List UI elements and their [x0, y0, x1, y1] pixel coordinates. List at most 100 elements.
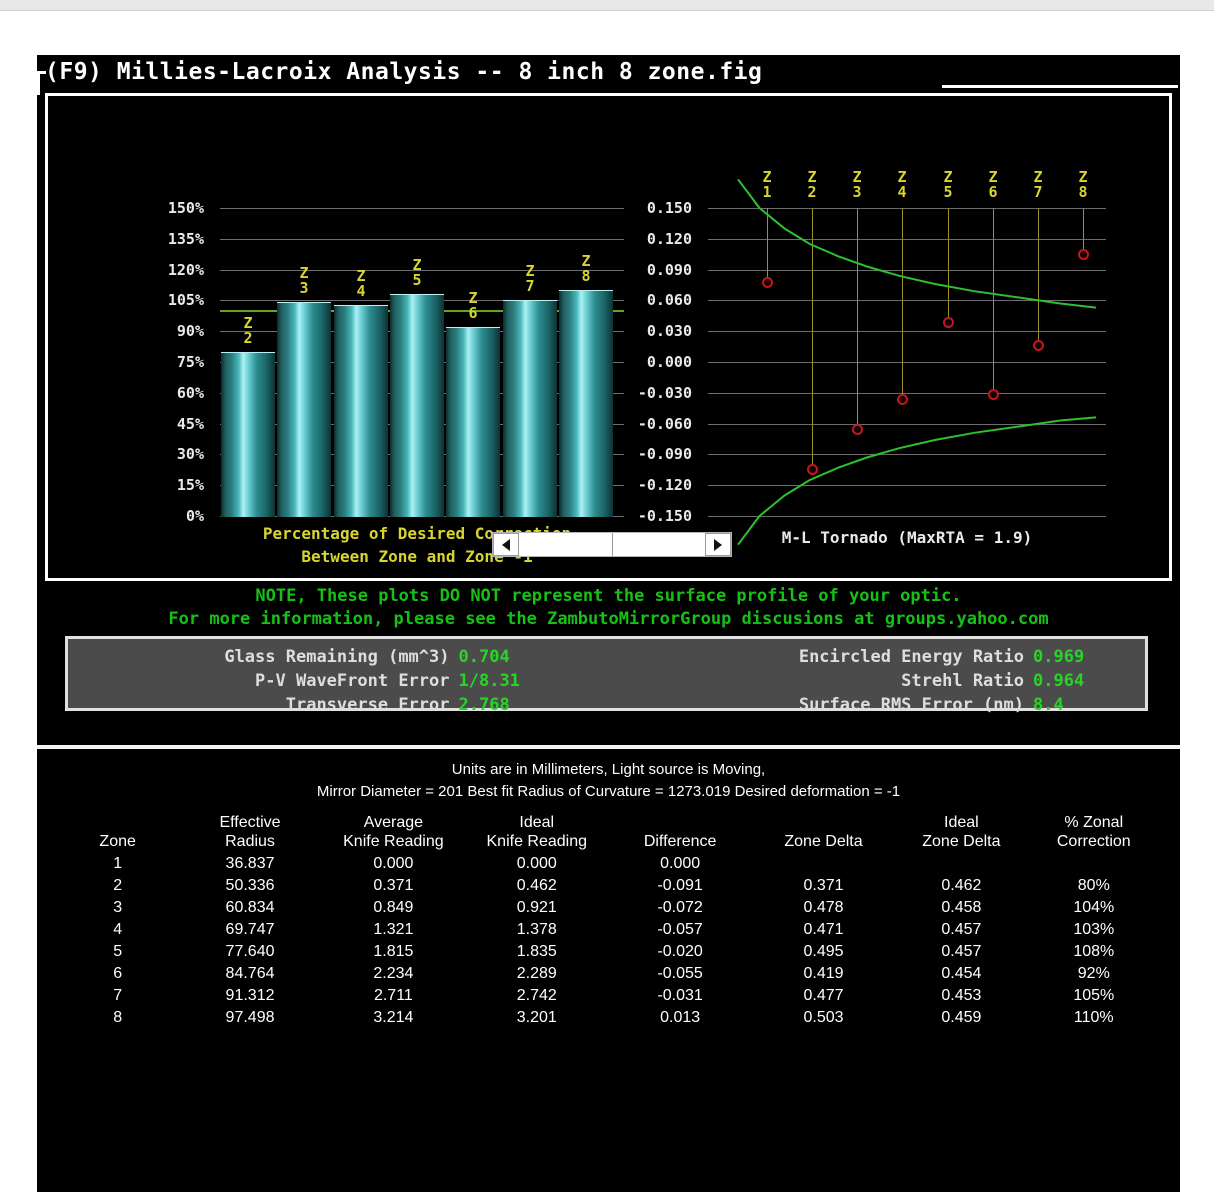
table-cell: 0.503: [803, 1009, 844, 1026]
table-header-top: Ideal: [944, 814, 979, 831]
bar-label-Z5: Z5: [412, 256, 422, 289]
tornado-label-Z5: Z5: [943, 168, 953, 201]
table-cell: 108%: [1073, 943, 1115, 960]
table-cell: 92%: [1077, 965, 1110, 982]
table-cell: 2.711: [373, 987, 413, 1004]
table-header-bottom: Radius: [225, 833, 275, 850]
triangle-right-icon: [714, 538, 722, 551]
table-cell: 0.457: [941, 921, 982, 938]
tornado-y-tick-label: 0.060: [646, 291, 692, 310]
scrollbar-track[interactable]: [519, 533, 705, 556]
metric-label: Transverse Error: [285, 695, 450, 715]
tornado-stem-Z7: [1038, 208, 1039, 345]
bar-y-tick-label: 15%: [176, 476, 204, 495]
tornado-y-tick-label: 0.150: [646, 199, 692, 217]
tornado-stem-Z3: [857, 208, 858, 429]
table-cell: 6: [113, 965, 123, 982]
tornado-stem-Z4: [902, 208, 903, 399]
tornado-marker-Z7: [1033, 340, 1044, 351]
bar-label-Z7: Z7: [525, 262, 535, 295]
tornado-label-Z1: Z1: [762, 168, 772, 201]
tornado-marker-Z3: [852, 424, 863, 435]
table-cell: 0.013: [660, 1009, 701, 1026]
note-line-2: For more information, please see the Zam…: [168, 609, 1049, 629]
table-cell: [752, 853, 895, 875]
table-cell: 0.471: [803, 921, 844, 938]
bar-label-Z2: Z2: [243, 314, 253, 347]
table-header-top: Average: [363, 814, 424, 831]
scrollbar-thumb[interactable]: [519, 533, 613, 556]
table-row: 7 91.312 2.711 2.742 -0.031 0.477 0.453 105%: [57, 985, 1160, 1007]
metric-label: Encircled Energy Ratio: [798, 647, 1024, 667]
table-cell: 0.000: [373, 855, 414, 872]
metric-label: Surface RMS Error (nm): [798, 695, 1024, 715]
table-header-bottom: Knife Reading: [486, 833, 588, 850]
bar-y-tick-label: 45%: [176, 414, 204, 433]
tornado-gridline: [708, 362, 1106, 363]
table-header-cell: Zone Delta: [752, 813, 895, 853]
tornado-y-tick-label: -0.090: [637, 445, 692, 464]
table-header-cell: Difference: [608, 813, 751, 853]
zone-data-table: Zone Effective Radius Average Knife Reading I…: [57, 813, 1160, 1029]
tornado-gridline: [708, 424, 1106, 425]
table-header-bottom: Difference: [643, 833, 717, 850]
table-cell: 0.462: [516, 877, 557, 894]
table-header-bottom: Zone Delta: [784, 833, 863, 850]
table-cell: 0.419: [803, 965, 844, 982]
bar-y-tick-label: 135%: [167, 229, 204, 248]
table-cell: 97.498: [225, 1009, 275, 1026]
bar-label-Z4: Z4: [356, 267, 366, 300]
metric-value: 0.964: [1033, 671, 1085, 691]
table-note-params: Mirror Diameter = 201 Best fit Radius of…: [316, 783, 901, 800]
tornado-gridline: [708, 454, 1106, 455]
tornado-chart-title: M-L Tornado (MaxRTA = 1.9): [781, 528, 1033, 547]
table-cell: 0.454: [941, 965, 982, 982]
table-cell: 2.234: [373, 965, 414, 982]
bar-y-tick-label: 0%: [185, 507, 204, 525]
table-cell: 1.835: [516, 943, 557, 960]
scroll-left-button[interactable]: [493, 533, 519, 556]
table-header-row: Zone Effective Radius Average Knife Reading I…: [57, 813, 1160, 853]
tornado-y-tick-label: 0.120: [646, 229, 692, 248]
horizontal-scrollbar[interactable]: [492, 532, 732, 557]
bar-z5: [390, 294, 444, 517]
metrics-column-left: Glass Remaining (mm^3) 0.704 P-V WaveFro…: [68, 639, 607, 715]
table-row: 4 69.747 1.321 1.378 -0.057 0.471 0.457 103%: [57, 919, 1160, 941]
bar-y-tick-label: 60%: [176, 383, 204, 402]
metric-row: P-V WaveFront Error 1/8.31: [68, 669, 607, 693]
table-cell: 7: [113, 987, 123, 1004]
table-header-cell: Ideal Knife Reading: [465, 813, 608, 853]
table-cell: 3.214: [373, 1009, 414, 1026]
scroll-right-button[interactable]: [705, 533, 731, 556]
table-header-bottom: Knife Reading: [343, 833, 444, 850]
table-header-top: [57, 813, 178, 832]
table-cell: -0.020: [657, 943, 703, 960]
metric-value: 0.704: [458, 647, 510, 667]
tornado-label-Z7: Z7: [1033, 168, 1043, 201]
table-cell: 0.459: [941, 1009, 982, 1026]
tornado-marker-Z2: [807, 464, 818, 475]
table-cell: 1.321: [373, 921, 414, 938]
table-cell: [1028, 853, 1160, 875]
table-body: 1 36.837 0.000 0.000 0.000 2 50.336 0.371 0.462…: [57, 853, 1160, 1029]
table-header-top: [752, 813, 895, 832]
tornado-gridline: [708, 393, 1106, 394]
table-cell: -0.057: [657, 921, 703, 938]
table-cell: 2.742: [516, 987, 557, 1004]
table-header-top: Ideal: [519, 814, 555, 831]
title-rule-right: [942, 85, 1178, 88]
plot-inner: 0% 15% 30% 45% 60% 75% 90% 105% 120% 135% 150% Z 2 Z 3…: [48, 96, 1169, 578]
metrics-panel: Glass Remaining (mm^3) 0.704 P-V WaveFro…: [65, 636, 1148, 715]
tornado-stem-Z8: [1083, 208, 1084, 254]
tornado-stem-Z5: [948, 208, 949, 322]
metric-label: P-V WaveFront Error: [255, 671, 450, 691]
table-row: 3 60.834 0.849 0.921 -0.072 0.478 0.458 104%: [57, 897, 1160, 919]
metric-label: Strehl Ratio: [901, 671, 1024, 691]
table-cell: 0.477: [803, 987, 844, 1004]
table-cell: 103%: [1073, 921, 1115, 938]
metric-value: 0.969: [1033, 647, 1085, 667]
tornado-gridline: [708, 300, 1106, 301]
table-cell: 77.640: [225, 943, 275, 960]
tornado-curve: [737, 416, 1097, 546]
table-cell: 0.495: [803, 943, 844, 960]
